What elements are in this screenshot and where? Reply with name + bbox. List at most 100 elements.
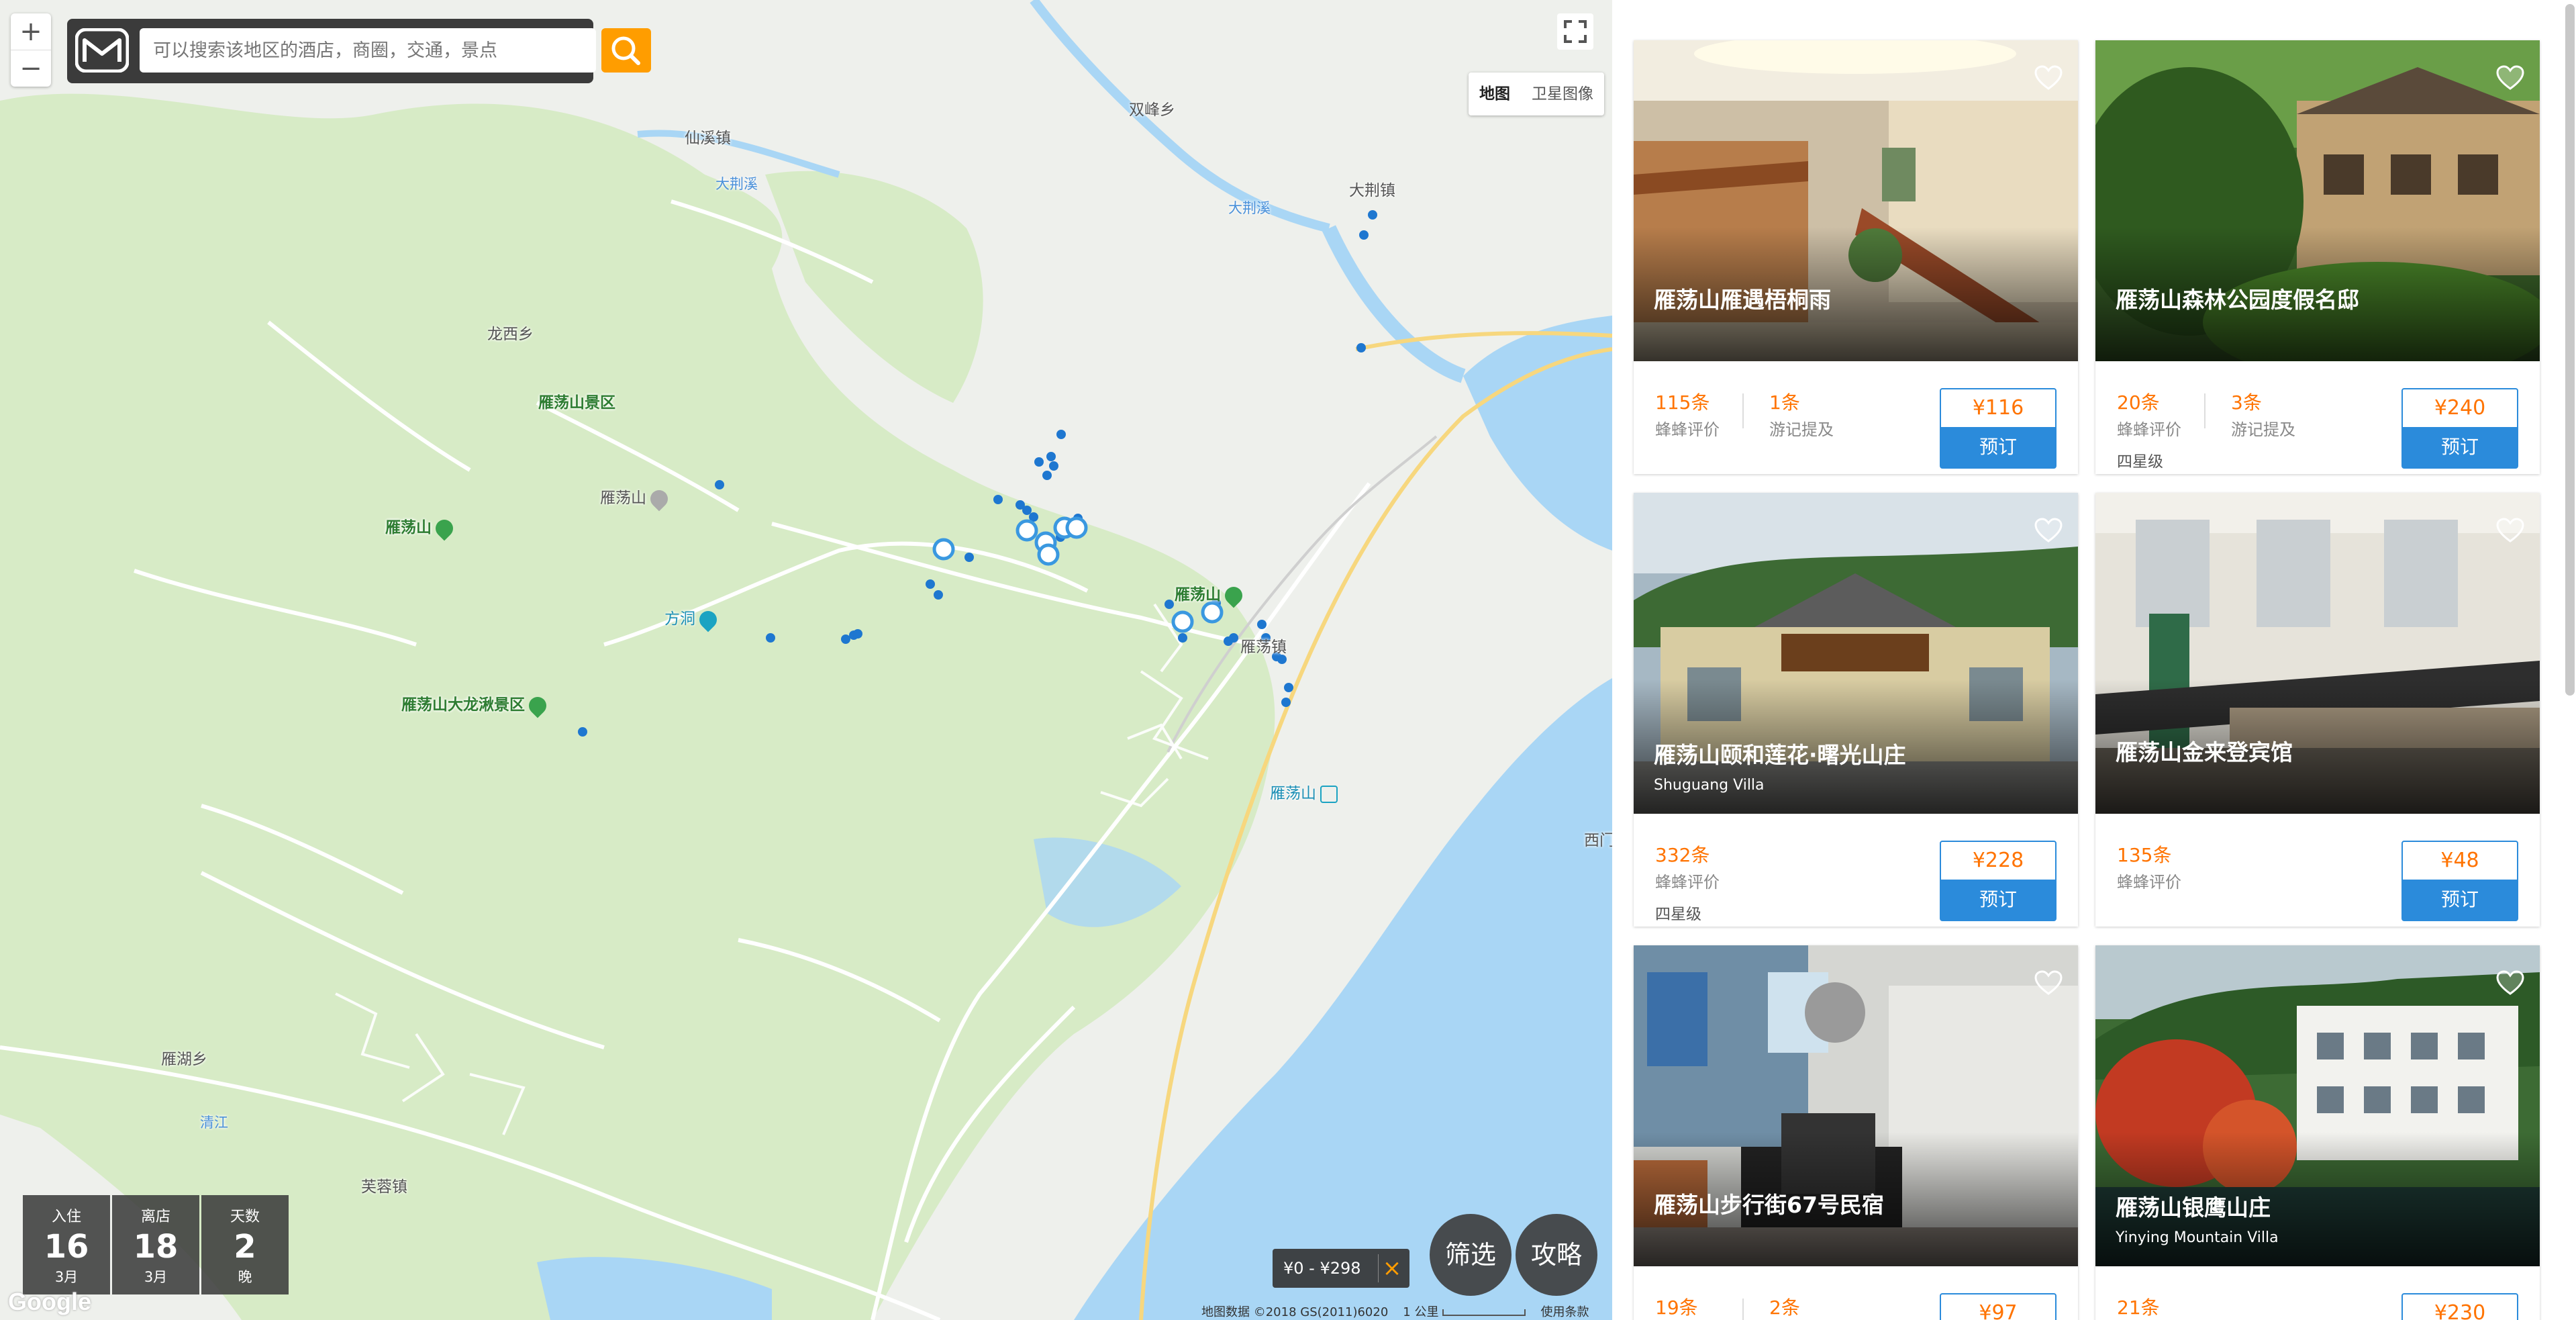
favorite-heart-icon[interactable] [2495, 517, 2525, 544]
hotel-photo[interactable]: 雁荡山颐和莲花·曙光山庄 Shuguang Villa [1634, 493, 2078, 814]
date-panel[interactable]: 入住 16 3月 离店 18 3月 天数 2 晚 [23, 1195, 289, 1294]
checkin-label: 入住 [51, 1209, 81, 1225]
notes-count: 3条 [2231, 391, 2262, 414]
price-box[interactable]: ¥240 预订 [2401, 388, 2518, 469]
reviews-count: 332条 [1655, 844, 1710, 866]
hotel-card[interactable]: 雁荡山银鹰山庄 Yinying Mountain Villa 21条 ¥230预… [2095, 945, 2540, 1320]
zoom-in-button[interactable]: + [11, 13, 51, 50]
mafengwo-logo-icon[interactable] [75, 28, 129, 73]
map-type-map-button[interactable]: 地图 [1469, 73, 1521, 115]
zoom-out-button[interactable]: − [11, 50, 51, 87]
book-button[interactable]: 预订 [2403, 427, 2517, 467]
book-button[interactable]: 预订 [1941, 880, 2055, 920]
hotel-price: ¥228 [1972, 849, 2024, 872]
guide-button[interactable]: 攻略 [1516, 1214, 1597, 1296]
hotel-info: 332条 蜂蜂评价 四星级 ¥228 预订 [1634, 814, 2078, 927]
hotel-name[interactable]: 雁荡山金来登宾馆 [2116, 735, 2293, 767]
checkin-month: 3月 [54, 1269, 79, 1285]
price-box[interactable]: ¥228 预订 [1940, 841, 2057, 921]
place-label-scenic-area: 雁荡山景区 [538, 394, 615, 412]
search-bar [67, 19, 651, 83]
place-label-yandang-peak: 雁荡山 [600, 485, 672, 511]
map-attribution: 地图数据 ©2018 GS(2011)6020 1 公里 使用条款 [1201, 1303, 1603, 1320]
reviews-stat: 20条 蜂蜂评价 [2117, 388, 2181, 440]
map-type-switch: 地图 卫星图像 [1469, 73, 1604, 115]
map-view[interactable]: 仙溪镇 双峰乡 大荆镇 大荆溪 大荆溪 龙西乡 雁荡山景区 雁荡山 雁荡山 雁荡… [0, 0, 1612, 1320]
star-rating: 四星级 [1655, 906, 1701, 923]
hotel-card[interactable]: 雁荡山颐和莲花·曙光山庄 Shuguang Villa 332条 蜂蜂评价 四星级… [1634, 493, 2078, 927]
train-station-icon [1320, 785, 1338, 803]
hotel-name[interactable]: 雁荡山步行街67号民宿 [1654, 1187, 1884, 1219]
scale-bar [1442, 1309, 1526, 1316]
park-pin-icon [525, 693, 550, 718]
nights-label: 天数 [230, 1209, 260, 1225]
hotel-photo[interactable]: 雁荡山森林公园度假名邸 [2095, 40, 2540, 361]
price-box[interactable]: ¥97预订 [1940, 1293, 2057, 1320]
price-filter-chip[interactable]: ¥0 - ¥298 × [1273, 1249, 1409, 1288]
place-label-longxi: 龙西乡 [487, 326, 534, 343]
price-box[interactable]: ¥48 预订 [2401, 841, 2518, 921]
terms-link[interactable]: 使用条款 [1540, 1305, 1589, 1319]
checkout-date[interactable]: 离店 18 3月 [112, 1195, 199, 1294]
hotel-photo[interactable]: 雁荡山雁遇梧桐雨 [1634, 40, 2078, 361]
place-label-yanhu: 雁湖乡 [161, 1051, 207, 1068]
clear-price-filter-icon[interactable]: × [1378, 1254, 1405, 1282]
stat-divider [1742, 393, 1744, 428]
checkin-date[interactable]: 入住 16 3月 [23, 1195, 110, 1294]
hotel-english-name: Yinying Mountain Villa [2116, 1229, 2279, 1246]
hotel-name[interactable]: 雁荡山森林公园度假名邸 [2116, 282, 2359, 314]
hotel-info: 21条 ¥230预订 [2095, 1266, 2540, 1320]
hotel-name[interactable]: 雁荡山颐和莲花·曙光山庄 [1654, 737, 1906, 769]
map-type-satellite-button[interactable]: 卫星图像 [1521, 73, 1604, 115]
hotel-card[interactable]: 雁荡山森林公园度假名邸 20条 蜂蜂评价 3条游记提及 四星级 ¥240 预订 [2095, 40, 2540, 474]
notes-label: 游记提及 [1769, 420, 1834, 439]
hotel-name[interactable]: 雁荡山银鹰山庄 [2116, 1190, 2271, 1222]
hotel-info: 135条 蜂蜂评价 ¥48 预订 [2095, 814, 2540, 927]
place-label-dalongqiu: 雁荡山大龙湫景区 [401, 692, 550, 718]
notes-count: 2条 [1769, 1297, 1800, 1319]
list-scrollbar[interactable] [2565, 4, 2575, 696]
fullscreen-button[interactable] [1557, 13, 1593, 50]
checkout-month: 3月 [144, 1269, 168, 1285]
nights-value: 2 [234, 1228, 256, 1266]
hotel-card[interactable]: 雁荡山雁遇梧桐雨 115条 蜂蜂评价 1条游记提及 ¥116 预订 [1634, 40, 2078, 474]
search-button[interactable] [601, 28, 651, 73]
notes-label: 游记提及 [2231, 420, 2295, 439]
hotel-card[interactable]: 雁荡山金来登宾馆 135条 蜂蜂评价 ¥48 预订 [2095, 493, 2540, 927]
favorite-heart-icon[interactable] [2034, 517, 2063, 544]
favorite-heart-icon[interactable] [2495, 970, 2525, 996]
book-button[interactable]: 预订 [2403, 880, 2517, 920]
notes-count: 1条 [1769, 391, 1800, 414]
river-label-dajing-1: 大荆溪 [715, 176, 758, 192]
reviews-stat: 115条 蜂蜂评价 [1655, 388, 1720, 440]
nights-unit: 晚 [238, 1269, 252, 1285]
filter-button[interactable]: 筛选 [1430, 1214, 1512, 1296]
place-label-shuangfeng: 双峰乡 [1129, 101, 1175, 119]
hotel-photo[interactable]: 雁荡山银鹰山庄 Yinying Mountain Villa [2095, 945, 2540, 1266]
place-label-fangdong: 方洞 [664, 606, 721, 632]
place-label-yandang-station: 雁荡山 [1270, 780, 1338, 803]
price-box[interactable]: ¥116 预订 [1940, 388, 2057, 469]
zoom-control: + − [11, 13, 51, 87]
hotel-photo[interactable]: 雁荡山步行街67号民宿 [1634, 945, 2078, 1266]
reviews-label: 蜂蜂评价 [2117, 873, 2181, 892]
mountain-pin-icon [646, 486, 672, 511]
nights-count[interactable]: 天数 2 晚 [201, 1195, 289, 1294]
checkout-day: 18 [133, 1228, 179, 1266]
hotel-list-panel[interactable]: 雁荡山雁遇梧桐雨 115条 蜂蜂评价 1条游记提及 ¥116 预订 雁荡山森林公园度… [1612, 0, 2576, 1320]
hotel-card[interactable]: 雁荡山步行街67号民宿 19条 2条 ¥97预订 [1634, 945, 2078, 1320]
hotel-info: 19条 2条 ¥97预订 [1634, 1266, 2078, 1320]
search-input[interactable] [140, 28, 596, 73]
book-button[interactable]: 预订 [1941, 427, 2055, 467]
river-label-qingjiang: 清江 [200, 1115, 228, 1131]
hotel-photo[interactable]: 雁荡山金来登宾馆 [2095, 493, 2540, 814]
notes-stat: 1条游记提及 [1769, 388, 1834, 440]
notes-stat: 2条 [1769, 1293, 1800, 1320]
favorite-heart-icon[interactable] [2034, 970, 2063, 996]
favorite-heart-icon[interactable] [2495, 64, 2525, 91]
price-box[interactable]: ¥230预订 [2401, 1293, 2518, 1320]
favorite-heart-icon[interactable] [2034, 64, 2063, 91]
checkin-day: 16 [44, 1228, 89, 1266]
hotel-name[interactable]: 雁荡山雁遇梧桐雨 [1654, 282, 1831, 314]
star-rating: 四星级 [2117, 453, 2163, 471]
